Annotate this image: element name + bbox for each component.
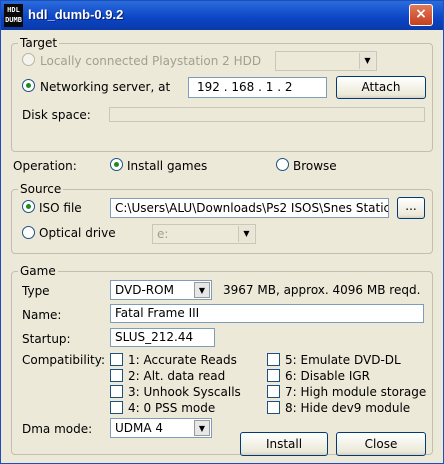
compat-5-label: 5: Emulate DVD-DL bbox=[285, 353, 401, 367]
ip-octet-4: 2 bbox=[284, 80, 293, 94]
compat-8-label: 8: Hide dev9 module bbox=[285, 401, 411, 415]
local-hdd-label: Locally connected Playstation 2 HDD bbox=[40, 54, 262, 68]
compat-6-checkbox[interactable] bbox=[267, 369, 280, 382]
compat-7-label: 7: High module storage bbox=[285, 385, 427, 399]
compat-7-checkbox[interactable] bbox=[267, 385, 280, 398]
compat-2-checkbox[interactable] bbox=[110, 369, 123, 382]
app-icon: HDL DUMB bbox=[4, 4, 23, 27]
iso-path-input[interactable]: C:\Users\ALU\Downloads\Ps2 ISOS\Snes Sta… bbox=[110, 198, 389, 218]
game-name-value: Fatal Frame III bbox=[115, 306, 200, 320]
hdl-dumb-window: HDL DUMB hdl_dumb-0.9.2 × Target Locally… bbox=[0, 0, 444, 464]
network-server-label: Networking server, at bbox=[40, 80, 171, 94]
dma-mode-label: Dma mode: bbox=[22, 422, 93, 436]
ip-dot-3: . bbox=[277, 80, 285, 94]
type-value: DVD-ROM bbox=[115, 283, 174, 297]
disk-space-label: Disk space: bbox=[22, 108, 91, 122]
iso-path-text: C:\Users\ALU\Downloads\Ps2 ISOS\Snes Sta… bbox=[115, 201, 389, 215]
compat-3-label: 3: Unhook Syscalls bbox=[128, 385, 241, 399]
compat-1-checkbox[interactable] bbox=[110, 353, 123, 366]
browse-label: Browse bbox=[293, 159, 337, 173]
target-legend: Target bbox=[18, 36, 60, 50]
operation-label: Operation: bbox=[13, 159, 77, 173]
compat-1-label: 1: Accurate Reads bbox=[128, 353, 237, 367]
ip-octet-1: 192 bbox=[197, 80, 220, 94]
browse-iso-button[interactable]: ... bbox=[397, 197, 425, 219]
compatibility-label: Compatibility: bbox=[22, 353, 106, 367]
startup-label: Startup: bbox=[22, 332, 71, 346]
install-games-radio[interactable] bbox=[110, 158, 123, 171]
install-button[interactable]: Install bbox=[240, 432, 328, 456]
game-name-input[interactable]: Fatal Frame III bbox=[110, 304, 424, 323]
chevron-down-icon[interactable]: ▼ bbox=[194, 420, 210, 436]
game-legend: Game bbox=[18, 264, 58, 278]
ip-octet-2: 168 bbox=[231, 80, 255, 94]
window-title: hdl_dumb-0.9.2 bbox=[28, 7, 124, 22]
optical-drive-radio[interactable] bbox=[22, 226, 35, 239]
attach-button[interactable]: Attach bbox=[336, 76, 426, 99]
source-legend: Source bbox=[18, 182, 64, 196]
startup-input[interactable]: SLUS_212.44 bbox=[110, 328, 215, 347]
ip-octet-3: 1 bbox=[265, 80, 274, 94]
window-close-button[interactable]: × bbox=[409, 4, 433, 26]
ip-address-input[interactable]: 192 . 168 . 1 . 2 bbox=[188, 77, 327, 98]
optical-drive-label: Optical drive bbox=[39, 226, 116, 240]
ip-dot-2: . bbox=[258, 80, 266, 94]
compat-4-label: 4: 0 PSS mode bbox=[128, 401, 216, 415]
chevron-down-icon[interactable]: ▼ bbox=[238, 226, 254, 242]
startup-value: SLUS_212.44 bbox=[115, 330, 194, 344]
local-hdd-dropdown[interactable]: ▼ bbox=[275, 51, 377, 71]
size-info-text: 3967 MB, approx. 4096 MB reqd. bbox=[223, 283, 421, 297]
dma-mode-dropdown[interactable]: UDMA 4 ▼ bbox=[110, 418, 212, 438]
name-label: Name: bbox=[22, 308, 62, 322]
disk-space-bar bbox=[109, 107, 425, 122]
compat-3-checkbox[interactable] bbox=[110, 385, 123, 398]
local-hdd-radio[interactable] bbox=[22, 53, 35, 66]
network-server-radio[interactable] bbox=[22, 79, 35, 92]
compat-4-checkbox[interactable] bbox=[110, 401, 123, 414]
optical-drive-value: e: bbox=[157, 227, 169, 241]
compat-6-label: 6: Disable IGR bbox=[285, 369, 370, 383]
iso-file-label: ISO file bbox=[39, 201, 82, 215]
compat-5-checkbox[interactable] bbox=[267, 353, 280, 366]
title-bar[interactable]: HDL DUMB hdl_dumb-0.9.2 × bbox=[1, 1, 443, 30]
dma-mode-value: UDMA 4 bbox=[115, 421, 164, 435]
iso-file-radio[interactable] bbox=[22, 200, 35, 213]
type-dropdown[interactable]: DVD-ROM ▼ bbox=[110, 280, 212, 300]
install-games-label: Install games bbox=[127, 159, 208, 173]
chevron-down-icon[interactable]: ▼ bbox=[359, 53, 375, 69]
browse-radio[interactable] bbox=[276, 158, 289, 171]
optical-drive-dropdown[interactable]: e: ▼ bbox=[152, 224, 256, 244]
compat-2-label: 2: Alt. data read bbox=[128, 369, 226, 383]
compat-8-checkbox[interactable] bbox=[267, 401, 280, 414]
close-button[interactable]: Close bbox=[336, 432, 426, 456]
type-label: Type bbox=[22, 284, 50, 298]
chevron-down-icon[interactable]: ▼ bbox=[194, 282, 210, 298]
